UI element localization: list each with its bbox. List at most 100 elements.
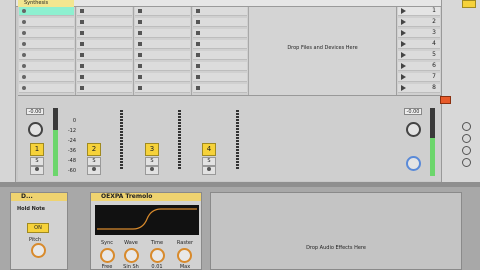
stop-icon: [196, 64, 200, 68]
scene-number: 7: [432, 73, 436, 80]
time-knob[interactable]: [150, 248, 165, 263]
master-volume-display[interactable]: -0.00: [404, 108, 422, 115]
clip-slot[interactable]: [193, 7, 247, 16]
clip-slot[interactable]: [193, 62, 247, 71]
clip-slot[interactable]: [135, 62, 190, 71]
clip-slot[interactable]: [193, 18, 247, 27]
scene-number: 6: [432, 62, 436, 69]
clip-slot[interactable]: [135, 51, 190, 60]
pan-knob[interactable]: [28, 122, 43, 137]
track-activator-4[interactable]: 4: [202, 143, 216, 156]
arm-button[interactable]: [30, 166, 44, 175]
pitch-knob[interactable]: [31, 243, 46, 258]
clip-slot[interactable]: [77, 18, 132, 27]
cue-volume-knob[interactable]: [406, 156, 421, 171]
stop-icon: [196, 9, 200, 13]
scene-launch[interactable]: 7: [398, 73, 440, 82]
clip-slot[interactable]: [77, 7, 132, 16]
scene-launch[interactable]: 3: [398, 29, 440, 38]
raster-value: Max: [179, 264, 191, 270]
stop-icon: [80, 42, 84, 46]
io-toggles[interactable]: [462, 122, 471, 172]
stop-icon: [138, 42, 142, 46]
track-column-1: [18, 7, 76, 95]
raster-label: Raster: [176, 240, 194, 246]
clip-slot[interactable]: [19, 7, 74, 16]
midi-device-title[interactable]: D...: [11, 193, 67, 201]
clip-slot[interactable]: [19, 51, 74, 60]
clip-slot[interactable]: [193, 29, 247, 38]
solo-button[interactable]: S: [202, 157, 216, 166]
stop-all-clips-button[interactable]: [440, 96, 451, 104]
track-activator-2[interactable]: 2: [87, 143, 101, 156]
master-level-meter: [430, 108, 435, 176]
record-icon: [22, 64, 26, 68]
clip-slot[interactable]: [193, 51, 247, 60]
solo-button[interactable]: S: [30, 157, 44, 166]
scene-number: 4: [432, 40, 436, 47]
clip-slot[interactable]: [77, 84, 132, 93]
meter-dots: [178, 110, 181, 170]
solo-button[interactable]: S: [145, 157, 159, 166]
stop-icon: [80, 86, 84, 90]
track-header-4[interactable]: [192, 0, 248, 7]
clip-slot[interactable]: [193, 84, 247, 93]
clip-slot[interactable]: [77, 29, 132, 38]
scene-launch[interactable]: 6: [398, 62, 440, 71]
clip-slot[interactable]: [135, 29, 190, 38]
scene-launch[interactable]: 4: [398, 40, 440, 49]
arm-button[interactable]: [145, 166, 159, 175]
clip-slot[interactable]: [19, 84, 74, 93]
stop-icon: [196, 86, 200, 90]
arm-button[interactable]: [202, 166, 216, 175]
clip-slot[interactable]: [19, 73, 74, 82]
arm-button[interactable]: [87, 166, 101, 175]
wave-knob[interactable]: [124, 248, 139, 263]
stop-icon: [138, 20, 142, 24]
sync-label: Sync: [100, 240, 114, 246]
clip-slot[interactable]: [135, 18, 190, 27]
track-header-1[interactable]: Synthesis: [18, 0, 74, 7]
clip-slot[interactable]: [135, 40, 190, 49]
clip-slot[interactable]: [19, 18, 74, 27]
clip-slot[interactable]: [135, 73, 190, 82]
drop-audio-effects-area[interactable]: Drop Audio Effects Here: [210, 192, 462, 270]
clip-slot[interactable]: [77, 62, 132, 71]
scene-number: 2: [432, 18, 436, 25]
track-activator-3[interactable]: 3: [145, 143, 159, 156]
play-icon: [401, 8, 406, 14]
clip-slot[interactable]: [193, 40, 247, 49]
raster-knob[interactable]: [177, 248, 192, 263]
scene-launch[interactable]: 2: [398, 18, 440, 27]
scene-number: 8: [432, 84, 436, 91]
scene-launch[interactable]: 1: [398, 7, 440, 16]
volume-display[interactable]: -0.00: [26, 108, 44, 115]
on-button[interactable]: ON: [27, 223, 49, 233]
scene-launch[interactable]: 5: [398, 51, 440, 60]
stop-icon: [80, 20, 84, 24]
scene-number: 1: [432, 7, 436, 14]
stop-icon: [80, 53, 84, 57]
overview-toggle[interactable]: [462, 0, 476, 8]
scene-launch[interactable]: 8: [398, 84, 440, 93]
drop-files-area[interactable]: Drop Files and Devices Here: [249, 7, 397, 95]
solo-button[interactable]: S: [87, 157, 101, 166]
clip-slot[interactable]: [19, 29, 74, 38]
clip-slot[interactable]: [135, 7, 190, 16]
stop-icon: [138, 86, 142, 90]
play-icon: [401, 30, 406, 36]
tremolo-title[interactable]: OEXPA Tremolo: [91, 193, 201, 201]
track-header-2[interactable]: [76, 0, 132, 7]
track-header-3[interactable]: [134, 0, 190, 7]
track-activator-1[interactable]: 1: [30, 143, 44, 156]
master-pan-knob[interactable]: [406, 122, 421, 137]
scene-number: 5: [432, 51, 436, 58]
clip-slot[interactable]: [193, 73, 247, 82]
clip-slot[interactable]: [19, 40, 74, 49]
clip-slot[interactable]: [77, 51, 132, 60]
clip-slot[interactable]: [135, 84, 190, 93]
clip-slot[interactable]: [77, 40, 132, 49]
sync-knob[interactable]: [100, 248, 115, 263]
clip-slot[interactable]: [19, 62, 74, 71]
clip-slot[interactable]: [77, 73, 132, 82]
